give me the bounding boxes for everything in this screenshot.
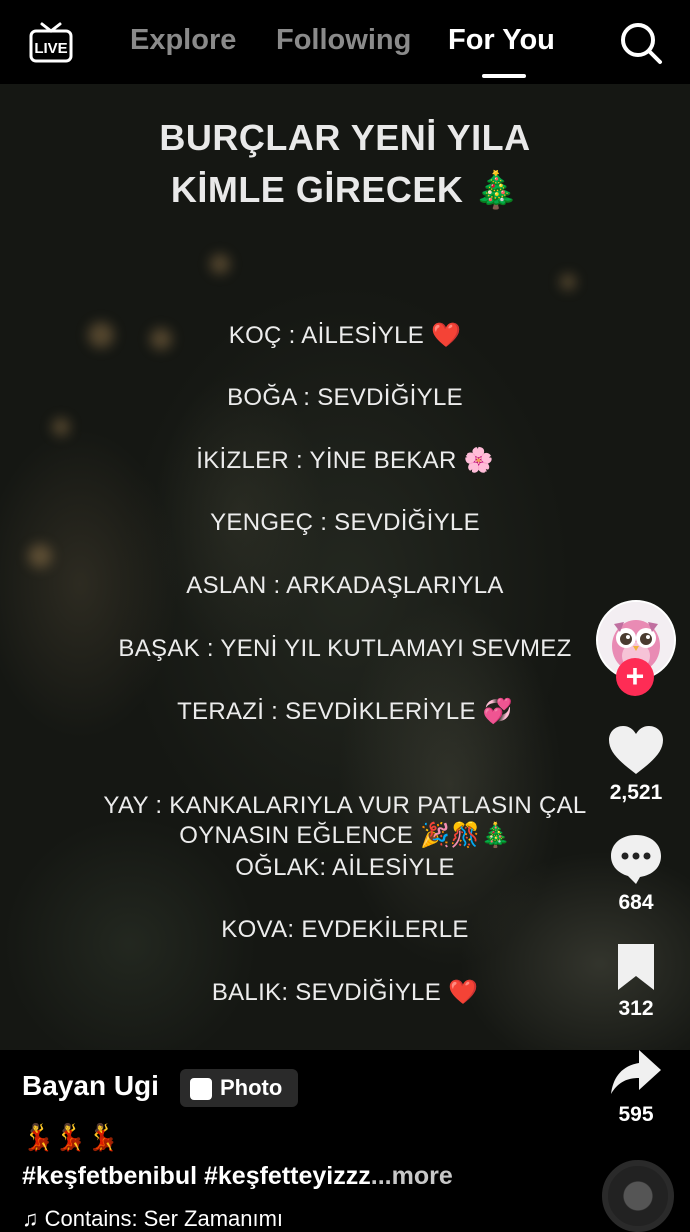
top-bar: LIVE Explore Following For You <box>0 0 690 84</box>
photo-icon <box>190 1078 212 1100</box>
zodiac-line: OYNASIN EĞLENCE 🎉🎊🎄 <box>179 822 511 849</box>
music-disc[interactable] <box>602 1160 674 1232</box>
zodiac-line: BALIK: SEVDİĞİYLE ❤️ <box>211 979 479 1006</box>
music-info[interactable]: ♫ Contains: Ser Zamanımı <box>22 1206 283 1232</box>
search-icon[interactable] <box>618 20 664 66</box>
title-line: BURÇLAR YENİ YILA <box>159 117 531 158</box>
zodiac-line: ASLAN : ARKADAŞLARIYLA <box>186 572 504 599</box>
tab-explore[interactable]: Explore <box>130 24 236 57</box>
zodiac-line: KOVA: EVDEKİLERLE <box>221 916 469 943</box>
zodiac-line: YAY : KANKALARIYLA VUR PATLASIN ÇAL <box>103 792 587 819</box>
tab-following[interactable]: Following <box>276 24 411 57</box>
post-title: BURÇLAR YENİ YILA KİMLE GİRECEK 🎄 <box>0 112 690 216</box>
title-line: KİMLE GİRECEK 🎄 <box>170 169 520 210</box>
live-icon[interactable]: LIVE <box>28 20 74 64</box>
bokeh-light <box>210 254 230 274</box>
bookmark-icon[interactable] <box>614 942 658 992</box>
share-count: 595 <box>618 1103 654 1126</box>
share-icon[interactable] <box>609 1048 663 1098</box>
comment-count: 684 <box>618 891 654 914</box>
active-tab-indicator <box>482 74 526 78</box>
zodiac-line: İKİZLER : YİNE BEKAR 🌸 <box>196 447 494 474</box>
more-link[interactable]: ...more <box>371 1162 453 1190</box>
bokeh-light <box>560 274 576 290</box>
zodiac-line: KOÇ : AİLESİYLE ❤️ <box>228 322 462 349</box>
zodiac-line: BAŞAK : YENİ YIL KUTLAMAYI SEVMEZ <box>118 635 572 662</box>
caption-emojis: 💃💃💃 <box>22 1122 120 1152</box>
heart-icon[interactable] <box>607 724 665 776</box>
like-action[interactable]: 2,521 <box>590 724 682 805</box>
like-count: 2,521 <box>609 781 663 804</box>
photo-post[interactable]: BURÇLAR YENİ YILA KİMLE GİRECEK 🎄 KOÇ : … <box>0 84 690 1050</box>
photo-badge: Photo <box>180 1069 298 1107</box>
tab-for-you[interactable]: For You <box>448 24 555 57</box>
follow-button[interactable]: + <box>616 658 654 696</box>
share-action[interactable]: 595 <box>590 1048 682 1127</box>
comment-action[interactable]: 684 <box>590 832 682 915</box>
photo-badge-label: Photo <box>220 1075 283 1100</box>
save-action[interactable]: 312 <box>590 942 682 1021</box>
live-label: LIVE <box>34 40 67 57</box>
zodiac-line: BOĞA : SEVDİĞİYLE <box>227 384 463 411</box>
zodiac-line: OĞLAK: AİLESİYLE <box>235 854 455 881</box>
author-name[interactable]: Bayan Ugi <box>22 1070 159 1102</box>
bokeh-light <box>28 544 52 568</box>
comment-icon[interactable] <box>608 832 664 886</box>
caption-hashtags[interactable]: #keşfetbenibul #keşfetteyizzz <box>22 1162 371 1190</box>
zodiac-line: YENGEÇ : SEVDİĞİYLE <box>210 509 480 536</box>
caption[interactable]: #keşfetbenibul #keşfetteyizzz...more <box>22 1162 453 1191</box>
bokeh-light <box>52 418 70 436</box>
save-count: 312 <box>618 997 654 1020</box>
zodiac-line: TERAZİ : SEVDİKLERİYLE 💞 <box>177 698 513 725</box>
